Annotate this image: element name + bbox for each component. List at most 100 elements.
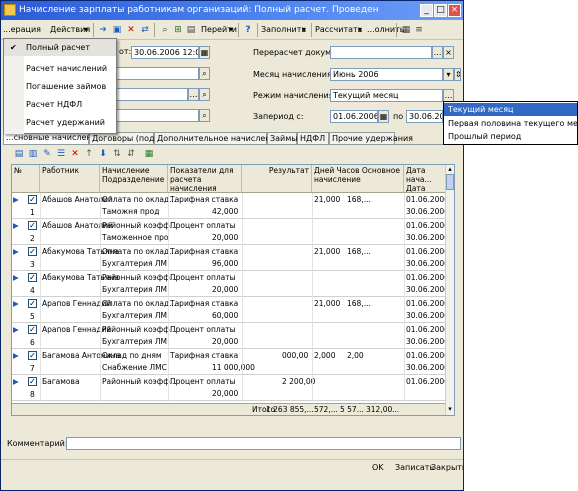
table-row[interactable]: ▶ ✓ 7 Багамова Антонина Оклад по дням Снабжен… [12, 349, 449, 375]
tab-ndfl[interactable]: НДФЛ [297, 132, 329, 144]
tab-additional-accrual[interactable]: Дополнительное начисление [154, 132, 281, 144]
sort-desc-icon[interactable]: ⇵ [125, 148, 137, 160]
period-from-field[interactable]: 01.06.2006 [330, 110, 378, 123]
table-row[interactable]: ▶ ✓ 6 Арапов Геннадий Районный коэфф... Бухга… [12, 323, 449, 349]
tab-other-deductions[interactable]: Прочие удержания [329, 132, 413, 144]
fill-table-icon[interactable]: ▦ [143, 148, 155, 160]
row-checkbox[interactable]: ✓ [28, 195, 37, 204]
table-row[interactable]: ▶ ✓ 1 Абашов Анатолий Оплата по оклад... Тамо… [12, 193, 449, 219]
minimize-icon[interactable]: _ [420, 4, 433, 17]
calc-mode-field[interactable]: Текущий месяц [330, 89, 443, 102]
column-header-dates[interactable]: Дата нача... Дата оконч... [404, 165, 446, 193]
table-row[interactable]: ▶ ✓ 4 Абакумова Татьяна Районный коэфф... Бух… [12, 271, 449, 297]
fill2-button[interactable]: ...олнить [367, 23, 404, 37]
scroll-thumb[interactable] [446, 174, 454, 190]
table-row[interactable]: ▶ ✓ 8 Багамова Районный коэфф... Процент опла… [12, 375, 449, 401]
recalc-select-button[interactable]: … [432, 46, 443, 59]
post-icon[interactable]: ⇄ [139, 24, 151, 36]
organization-field[interactable] [115, 67, 199, 80]
row-checkbox[interactable]: ✓ [28, 221, 37, 230]
select-icon[interactable]: ☰ [55, 148, 67, 160]
actions-dropdown-icon[interactable]: ▾ [84, 23, 88, 37]
menu-item-deductions[interactable]: Расчет удержаний [4, 114, 116, 131]
table-row[interactable]: ▶ ✓ 2 Абашов Анатолий Районный коэфф... Тамож… [12, 219, 449, 245]
delete-row-icon[interactable]: ✕ [69, 148, 81, 160]
column-header-result[interactable]: Результат [242, 165, 312, 193]
close-icon[interactable]: × [448, 4, 461, 17]
table-row[interactable]: ▶ ✓ 5 Арапов Геннадий Оплата по оклад... Бухг… [12, 297, 449, 323]
menu-item-full-calc[interactable]: ✔ Полный расчет [4, 39, 116, 56]
responsible-field[interactable] [115, 88, 188, 101]
tab-loans[interactable]: Займы [267, 132, 298, 144]
column-divider [100, 375, 101, 401]
row-checkbox[interactable]: ✓ [28, 273, 37, 282]
column-divider [168, 323, 169, 349]
dropdown-item-current-month[interactable]: Текущий месяц [444, 103, 577, 116]
maximize-icon[interactable]: □ [434, 4, 447, 17]
month-spin-icon[interactable]: ⇕ [454, 68, 462, 81]
menu-item-accruals[interactable]: Расчет начислений [4, 60, 116, 77]
row-date-end: 30.06.2006 [406, 337, 449, 346]
sort-asc-icon[interactable]: ⇅ [111, 148, 123, 160]
row-checkbox[interactable]: ✓ [28, 325, 37, 334]
column-header-accrual[interactable]: Начисление Подразделение [100, 165, 168, 193]
operation-menu-button[interactable]: ...ерация [3, 23, 41, 37]
column-header-worker[interactable]: Работник [40, 165, 100, 193]
organization-select-icon[interactable]: ⌕ [199, 67, 210, 80]
period-to-field[interactable]: 30.06.2006 [406, 110, 443, 123]
row-indicator: Тарифная ставка [170, 351, 239, 360]
new-icon[interactable]: ▣ [111, 24, 123, 36]
close-button[interactable]: Закрыть [431, 462, 463, 474]
row-number: 5 [30, 312, 35, 321]
month-field[interactable]: Июнь 2006 [330, 68, 443, 81]
department-field[interactable] [115, 109, 199, 122]
settings-icon[interactable]: ≡ [413, 24, 425, 36]
arrow-left-icon[interactable]: ➜ [97, 24, 109, 36]
delete-icon[interactable]: ✕ [125, 24, 137, 36]
responsible-find-icon[interactable]: ⌕ [199, 88, 210, 101]
menu-item-ndfl[interactable]: Расчет НДФЛ [4, 96, 116, 113]
calculate-menu-button[interactable]: Рассчитать [315, 23, 362, 37]
ok-button[interactable]: OK [372, 462, 384, 474]
report-icon[interactable]: ▤ [185, 24, 197, 36]
period-from-calendar-icon[interactable]: ▦ [378, 110, 389, 123]
column-header-indicators[interactable]: Показатели для расчета начисления [168, 165, 242, 193]
save-button[interactable]: Записать [395, 462, 434, 474]
column-header-number[interactable]: № [12, 165, 40, 193]
responsible-select-button[interactable]: … [188, 88, 199, 101]
row-checkbox[interactable]: ✓ [28, 377, 37, 386]
goto-dropdown-icon[interactable]: ▾ [229, 23, 233, 37]
copy-row-icon[interactable]: ▥ [27, 148, 39, 160]
comment-field[interactable] [66, 437, 461, 450]
structure-icon[interactable]: ⊞ [172, 24, 184, 36]
dropdown-item-past-period[interactable]: Прошлый период [444, 130, 577, 143]
dropdown-item-first-half[interactable]: Первая половина текущего месяца [444, 117, 578, 130]
calculate-dropdown-icon[interactable]: ▾ [358, 23, 362, 37]
column-header-days-hours[interactable]: Дней Часов Основное начисление [312, 165, 404, 193]
sort-up-icon[interactable]: ↑ [83, 148, 95, 160]
date-field[interactable]: 30.06.2006 12:00:00 [131, 46, 199, 59]
recalc-field[interactable] [330, 46, 432, 59]
department-select-icon[interactable]: ⌕ [199, 109, 210, 122]
row-checkbox[interactable]: ✓ [28, 299, 37, 308]
edit-row-icon[interactable]: ✎ [41, 148, 53, 160]
menu-item-loans[interactable]: Погашение займов [4, 78, 116, 95]
find-icon[interactable]: ⌕ [159, 24, 171, 36]
table-scrollbar[interactable]: ▴ ▾ [445, 165, 454, 415]
fill-dropdown-icon[interactable]: ▾ [302, 23, 306, 37]
help-icon[interactable]: ? [242, 24, 254, 36]
row-checkbox[interactable]: ✓ [28, 351, 37, 360]
column-divider [40, 297, 41, 323]
accruals-table[interactable]: № Работник Начисление Подразделение Пока… [11, 164, 455, 416]
move-down-icon[interactable]: ⬇ [97, 148, 109, 160]
fill-menu-button[interactable]: Заполнить [261, 23, 306, 37]
scroll-up-icon[interactable]: ▴ [446, 165, 454, 174]
table-row[interactable]: ▶ ✓ 3 Абакумова Татьяна Оплата по оклад... Бу… [12, 245, 449, 271]
row-checkbox[interactable]: ✓ [28, 247, 37, 256]
print-icon[interactable]: ▦ [400, 24, 412, 36]
recalc-clear-icon[interactable]: × [443, 46, 454, 59]
add-row-icon[interactable]: ▤ [13, 148, 25, 160]
scroll-down-icon[interactable]: ▾ [446, 405, 454, 414]
date-picker-icon[interactable]: ▦ [199, 46, 210, 59]
month-dropdown-icon[interactable]: ▾ [443, 68, 454, 81]
